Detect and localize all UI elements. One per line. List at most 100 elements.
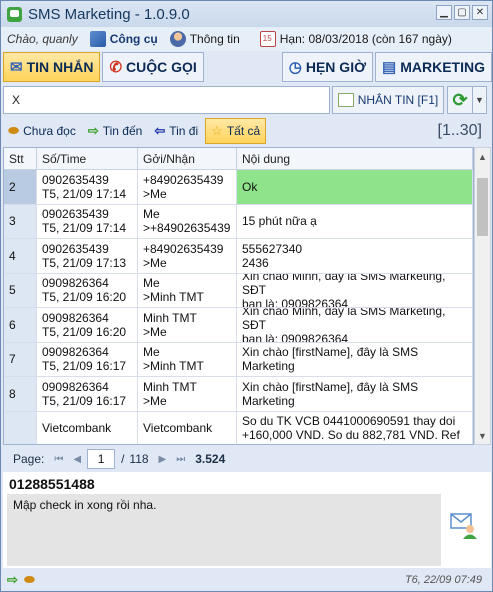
tab-messages-label: TIN NHẮN	[26, 59, 94, 75]
search-input[interactable]: X	[3, 86, 330, 114]
filter-unread[interactable]: ⬬ Chưa đọc	[3, 118, 81, 144]
header-content[interactable]: Nội dung	[237, 148, 473, 169]
tab-messages[interactable]: ✉ TIN NHẮN	[3, 52, 101, 82]
row-number: 0909826364	[42, 345, 109, 360]
refresh-button[interactable]: ⟳	[447, 86, 473, 114]
row-content-line1: Xin chào Minh, đây là SMS Marketing, SĐT	[242, 273, 446, 298]
row-from: Minh TMT	[143, 379, 197, 394]
tools-icon	[89, 31, 106, 47]
row-sender: +84902635439 >Me	[138, 170, 237, 204]
app-window: SMS Marketing - 1.0.9.0 ▁ ▢ ✕ Chào, quan…	[0, 0, 493, 592]
refresh-dropdown-button[interactable]: ▼	[473, 86, 487, 114]
scroll-down-icon[interactable]: ▼	[475, 427, 490, 444]
header-stt[interactable]: Stt	[4, 148, 37, 169]
search-row: X NHẮN TIN [F1] ⟳ ▼	[1, 84, 492, 116]
header-number-time[interactable]: Số/Time	[37, 148, 138, 169]
tab-marketing-label: MARKETING	[400, 59, 485, 75]
status-bar: ⇨ ⬬ T6, 22/09 07:49	[1, 569, 492, 591]
row-content: Xin chào Minh, đây là SMS Marketing, SĐT…	[237, 308, 473, 342]
row-from: Minh TMT	[143, 310, 197, 325]
row-stt: 6	[4, 308, 37, 342]
tab-schedule-label: HẸN GIỜ	[305, 59, 367, 75]
row-to: >Minh TMT	[143, 359, 204, 374]
row-content-line1: Xin chào Minh, đây là SMS Marketing, SĐT	[242, 308, 446, 332]
clock-icon: ◷	[288, 59, 302, 76]
row-content-line1: 555627340	[242, 241, 303, 256]
row-stt: 4	[4, 239, 37, 273]
prev-page-icon[interactable]: ◀	[73, 454, 81, 465]
row-stt: 5	[4, 273, 37, 307]
scrollbar-thumb[interactable]	[477, 178, 488, 236]
table-scrollbar[interactable]: ▲ ▼	[474, 147, 491, 445]
row-content-line2: 2436	[242, 255, 269, 270]
last-page-icon[interactable]: ⏭	[176, 454, 185, 465]
row-number: Vietcombank	[42, 421, 112, 436]
incoming-arrow-icon: ⇨	[7, 572, 18, 587]
row-sender: Minh TMT >Me	[138, 308, 237, 342]
page-total: 118	[129, 452, 149, 466]
minimize-button[interactable]: ▁	[436, 5, 452, 20]
table-row[interactable]: 4 0902635439 T5, 21/09 17:13 +84902635439…	[4, 239, 473, 274]
info-label: Thông tin	[189, 32, 240, 46]
table-row[interactable]: 3 0902635439 T5, 21/09 17:14 Me >+84902635…	[4, 204, 473, 239]
page-input[interactable]: 1	[87, 449, 116, 469]
app-logo-icon	[7, 6, 22, 22]
table-row[interactable]: 8 0909826364 T5, 21/09 16:17 Minh TMT >Me …	[4, 377, 473, 412]
pager: Page: ⏮ ◀ 1 / 118 ▶ ⏭ 3.524	[3, 447, 491, 471]
table-row[interactable]: 6 0909826364 T5, 21/09 16:20 Minh TMT >Me …	[4, 308, 473, 343]
reply-message-icon[interactable]	[449, 510, 479, 540]
page-label: Page:	[13, 452, 45, 466]
maximize-button[interactable]: ▢	[454, 5, 470, 20]
row-sender: +84902635439 >Me	[138, 239, 237, 273]
filter-incoming[interactable]: ⇨ Tin đến	[83, 118, 148, 144]
calendar-icon	[259, 31, 276, 47]
row-content-line2: Marketing	[242, 393, 295, 408]
table-row[interactable]: 2 0902635439 T5, 21/09 17:14 +84902635439…	[4, 170, 473, 205]
info-menu[interactable]: Thông tin	[169, 31, 240, 47]
row-to: >Me	[143, 393, 167, 408]
tools-menu[interactable]: Công cụ	[89, 31, 158, 47]
row-time: T5, 21/09 17:14	[42, 221, 127, 236]
scroll-up-icon[interactable]: ▲	[475, 148, 490, 165]
close-button[interactable]: ✕	[472, 5, 488, 20]
row-number-time: 0909826364 T5, 21/09 16:17	[37, 377, 138, 411]
tab-calls[interactable]: ✆ CUỘC GỌI	[102, 52, 204, 82]
row-sender: Me >Minh TMT	[138, 342, 237, 376]
row-number: 0909826364	[42, 379, 109, 394]
expiry-info: Hạn: 08/03/2018 (còn 167 ngày)	[259, 31, 452, 47]
table-row[interactable]: 5 0909826364 T5, 21/09 16:20 Me >Minh TMT …	[4, 273, 473, 308]
row-time: T5, 21/09 16:20	[42, 324, 127, 339]
filter-outgoing[interactable]: ⇦ Tin đi	[149, 118, 203, 144]
row-time: T5, 21/09 17:13	[42, 255, 127, 270]
row-from: Me	[143, 345, 160, 360]
detail-body: Mập check in xong rồi nha.	[7, 494, 441, 566]
unread-icon: ⬬	[23, 572, 36, 587]
row-sender: Me >Minh TMT	[138, 273, 237, 307]
row-content: So du TK VCB 0441000690591 thay doi +160,…	[237, 411, 473, 444]
outgoing-arrow-icon: ⇦	[154, 123, 166, 138]
table-row[interactable]: 7 0909826364 T5, 21/09 16:17 Me >Minh TMT …	[4, 342, 473, 377]
message-table: Stt Số/Time Gởi/Nhận Nội dung 2 09026354…	[3, 147, 474, 445]
row-content: Xin chào Minh, đây là SMS Marketing, SĐT…	[237, 273, 473, 307]
send-message-button[interactable]: NHẮN TIN [F1]	[332, 86, 444, 114]
row-time: T5, 21/09 17:14	[42, 186, 127, 201]
table-row[interactable]: Vietcombank Vietcombank So du TK VCB 044…	[4, 411, 473, 444]
filter-all[interactable]: ☆ Tất cả	[205, 118, 267, 144]
filter-all-label: Tất cả	[226, 124, 261, 138]
row-stt: 8	[4, 377, 37, 411]
tools-label: Công cụ	[109, 32, 158, 46]
tab-schedule[interactable]: ◷ HẸN GIỜ	[281, 52, 374, 82]
filter-row: ⬬ Chưa đọc ⇨ Tin đến ⇦ Tin đi ☆ Tất cả […	[1, 117, 492, 145]
row-stt: 3	[4, 204, 37, 238]
tab-marketing[interactable]: ▤ MARKETING	[375, 52, 492, 82]
chevron-down-icon: ▼	[475, 95, 484, 105]
filter-incoming-label: Tin đến	[102, 124, 143, 138]
phone-icon: ✆	[109, 59, 123, 76]
greeting-text: Chào, quanly	[7, 32, 78, 46]
record-count: 3.524	[195, 452, 226, 466]
info-bar: Chào, quanly Công cụ Thông tin Hạn: 08/0…	[1, 27, 492, 51]
next-page-icon[interactable]: ▶	[159, 454, 167, 465]
first-page-icon[interactable]: ⏮	[54, 454, 63, 465]
header-sender-receiver[interactable]: Gởi/Nhận	[138, 148, 237, 169]
row-number: 0902635439	[42, 207, 109, 222]
